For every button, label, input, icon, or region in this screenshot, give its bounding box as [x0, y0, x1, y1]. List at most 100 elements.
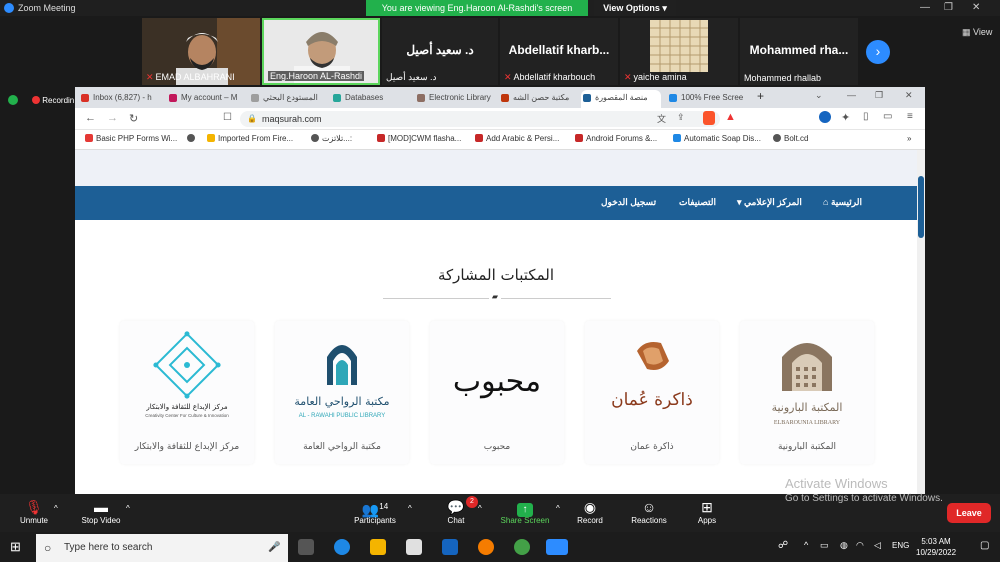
tab-inbox[interactable]: Inbox (6,827) - h — [79, 90, 159, 108]
url-input[interactable]: 🔒 maqsurah.com — [240, 111, 720, 127]
share-screen-button[interactable]: ↑ Share Screen — [496, 498, 554, 525]
bookmark-item[interactable]: Bolt.cd — [773, 134, 808, 143]
browser-window: Inbox (6,827) - h My account – M المستود… — [75, 87, 925, 494]
brave-icon[interactable] — [703, 111, 715, 125]
zoom-app-icon[interactable] — [546, 539, 568, 555]
tab-library-fort[interactable]: مكتبة حصن الشه — [499, 90, 579, 108]
participant-name: د. سعيد أصيل — [386, 72, 437, 82]
stop-video-button[interactable]: ▬ Stop Video — [76, 498, 126, 525]
reload-icon[interactable]: ↻ — [129, 112, 138, 125]
translate-icon[interactable]: 文 — [657, 112, 666, 125]
bookmark-item[interactable]: Basic PHP Forms Wi... — [85, 134, 177, 143]
volume-icon[interactable]: ◁ — [874, 540, 881, 551]
maximize-icon[interactable]: ❐ — [944, 2, 953, 13]
extension-icon[interactable] — [819, 111, 831, 123]
restore-icon[interactable]: ❐ — [875, 90, 883, 101]
chrome-icon[interactable] — [514, 539, 530, 555]
page-scrollbar[interactable] — [917, 150, 925, 494]
recording-indicator[interactable]: Recording — [32, 96, 74, 105]
next-page-arrow-icon[interactable]: › — [866, 40, 890, 64]
file-explorer-icon[interactable] — [370, 539, 386, 555]
tab-repository[interactable]: المستودع البحثي — [249, 90, 329, 108]
task-view-icon[interactable] — [298, 539, 314, 555]
share-icon[interactable]: ⇪ — [677, 112, 685, 123]
bookmark-item[interactable]: Android Forums &... — [575, 134, 657, 143]
library-card-oman-memory[interactable]: ذاكرة عُمان ذاكرة عمان — [585, 321, 719, 464]
bookmark-item[interactable] — [187, 134, 198, 143]
bookmark-item[interactable]: Imported From Fire... — [207, 134, 293, 143]
unmute-button[interactable]: 🎙 Unmute — [14, 498, 54, 525]
browser-app-icon[interactable] — [478, 539, 494, 555]
participant-tile-active[interactable]: Eng.Haroon AL-Rashdi — [262, 18, 380, 85]
minimize-icon[interactable]: — — [847, 90, 856, 100]
nav-home[interactable]: الرئيسية ⌂ — [823, 197, 862, 208]
windows-start-icon[interactable]: ⊞ — [10, 539, 21, 555]
creativity-center-logo: مركز الإبداع للثقافة والابتكار Creativit… — [145, 331, 229, 418]
participant-tile[interactable]: Abdellatif kharb... ✕ Abdellatif kharbouc… — [500, 18, 618, 85]
participants-button[interactable]: 👥14 Participants — [350, 498, 400, 525]
participant-tile[interactable]: د. سعيد أصيل د. سعيد أصيل — [382, 18, 498, 85]
sidebar-icon[interactable]: ▯ — [863, 111, 869, 122]
wallet-icon[interactable]: ▭ — [883, 111, 892, 122]
bookmark-item[interactable]: تلاتزت...: — [311, 134, 352, 143]
security-shield-icon[interactable] — [8, 95, 18, 105]
menu-icon[interactable]: ≡ — [907, 111, 913, 122]
reactions-button[interactable]: ☺ Reactions — [626, 498, 672, 525]
library-card-mahboub[interactable]: محبوب محبوب — [430, 321, 564, 464]
close-icon[interactable]: ✕ — [972, 2, 980, 13]
tab-electronic-library[interactable]: Electronic Library — [415, 90, 497, 108]
more-bookmarks-icon[interactable]: » — [907, 134, 911, 143]
participant-tile[interactable]: Mohammed rha... Mohammed rhallab — [740, 18, 858, 85]
notifications-icon[interactable]: ▢ — [980, 540, 989, 551]
bookmark-item[interactable]: [MOD]CWM flasha... — [377, 134, 461, 143]
tab-my-account[interactable]: My account – M — [167, 90, 247, 108]
minimize-icon[interactable]: — — [920, 2, 930, 13]
tab-databases[interactable]: Databases — [331, 90, 411, 108]
taskbar-search[interactable]: ○ Type here to search 🎤 — [36, 534, 288, 562]
audio-options-caret-icon[interactable]: ^ — [54, 504, 58, 513]
battery-icon[interactable]: ▭ — [820, 540, 829, 551]
chat-caret-icon[interactable]: ^ — [478, 504, 482, 513]
people-icon[interactable]: ☍ — [778, 540, 788, 551]
close-icon[interactable]: ✕ — [905, 90, 913, 101]
bookmarks-bar: Basic PHP Forms Wi... Imported From Fire… — [75, 130, 925, 150]
library-card-rawahi[interactable]: مكتبة الرواحي العامة AL - RAWAHI PUBLIC … — [275, 321, 409, 464]
rewards-icon[interactable]: ▲ — [725, 111, 736, 123]
nav-categories[interactable]: التصنيفات — [679, 197, 716, 208]
new-tab-icon[interactable]: + — [757, 89, 764, 103]
tray-chevron-icon[interactable]: ^ — [804, 540, 808, 550]
zoom-tray-icon[interactable]: ◍ — [840, 540, 848, 551]
library-card-elbarounia[interactable]: المكتبة البارونية ELBAROUNIA LIBRARY الم… — [740, 321, 874, 464]
language-indicator[interactable]: ENG — [892, 541, 909, 550]
library-card-creativity-center[interactable]: مركز الإبداع للثقافة والابتكار Creativit… — [120, 321, 254, 464]
participant-tile[interactable]: ✕ yaiche amina — [620, 18, 738, 85]
forward-icon[interactable]: → — [107, 112, 118, 124]
tab-search-icon[interactable]: ⌄ — [815, 90, 823, 101]
taskbar-clock[interactable]: 5:03 AM 10/29/2022 — [916, 536, 956, 558]
view-button[interactable]: ▦ View — [962, 27, 992, 38]
edge-icon[interactable] — [334, 539, 350, 555]
store-icon[interactable] — [406, 539, 422, 555]
participant-tile[interactable]: ✕ EMAD ALBAHRANI — [142, 18, 260, 85]
wifi-icon[interactable]: ◠ — [856, 540, 864, 551]
record-button[interactable]: ◉ Record — [572, 498, 608, 525]
share-caret-icon[interactable]: ^ — [556, 504, 560, 513]
nav-media-center[interactable]: المركز الإعلامي ▾ — [737, 197, 802, 208]
puzzle-icon[interactable]: ✦ — [841, 111, 850, 124]
bookmark-icon[interactable]: ☐ — [223, 112, 232, 123]
back-icon[interactable]: ← — [85, 112, 96, 124]
view-options-button[interactable]: View Options ▾ — [594, 0, 676, 16]
apps-button[interactable]: ⊞ Apps — [692, 498, 722, 525]
mail-icon[interactable] — [442, 539, 458, 555]
svg-text:ELBAROUNIA LIBRARY: ELBAROUNIA LIBRARY — [774, 420, 841, 426]
bookmark-item[interactable]: Add Arabic & Persi... — [475, 134, 559, 143]
scrollbar-thumb[interactable] — [918, 176, 924, 238]
chat-button[interactable]: 💬 2 Chat — [440, 496, 478, 525]
bookmark-item[interactable]: Automatic Soap Dis... — [673, 134, 761, 143]
tab-maqsurah[interactable]: منصة المقصورة — [581, 90, 661, 108]
nav-login[interactable]: تسجيل الدخول — [601, 197, 656, 208]
tab-free-screen[interactable]: 100% Free Scree — [667, 90, 747, 108]
leave-button[interactable]: Leave — [947, 503, 991, 523]
video-options-caret-icon[interactable]: ^ — [126, 504, 130, 513]
participants-caret-icon[interactable]: ^ — [408, 504, 412, 513]
